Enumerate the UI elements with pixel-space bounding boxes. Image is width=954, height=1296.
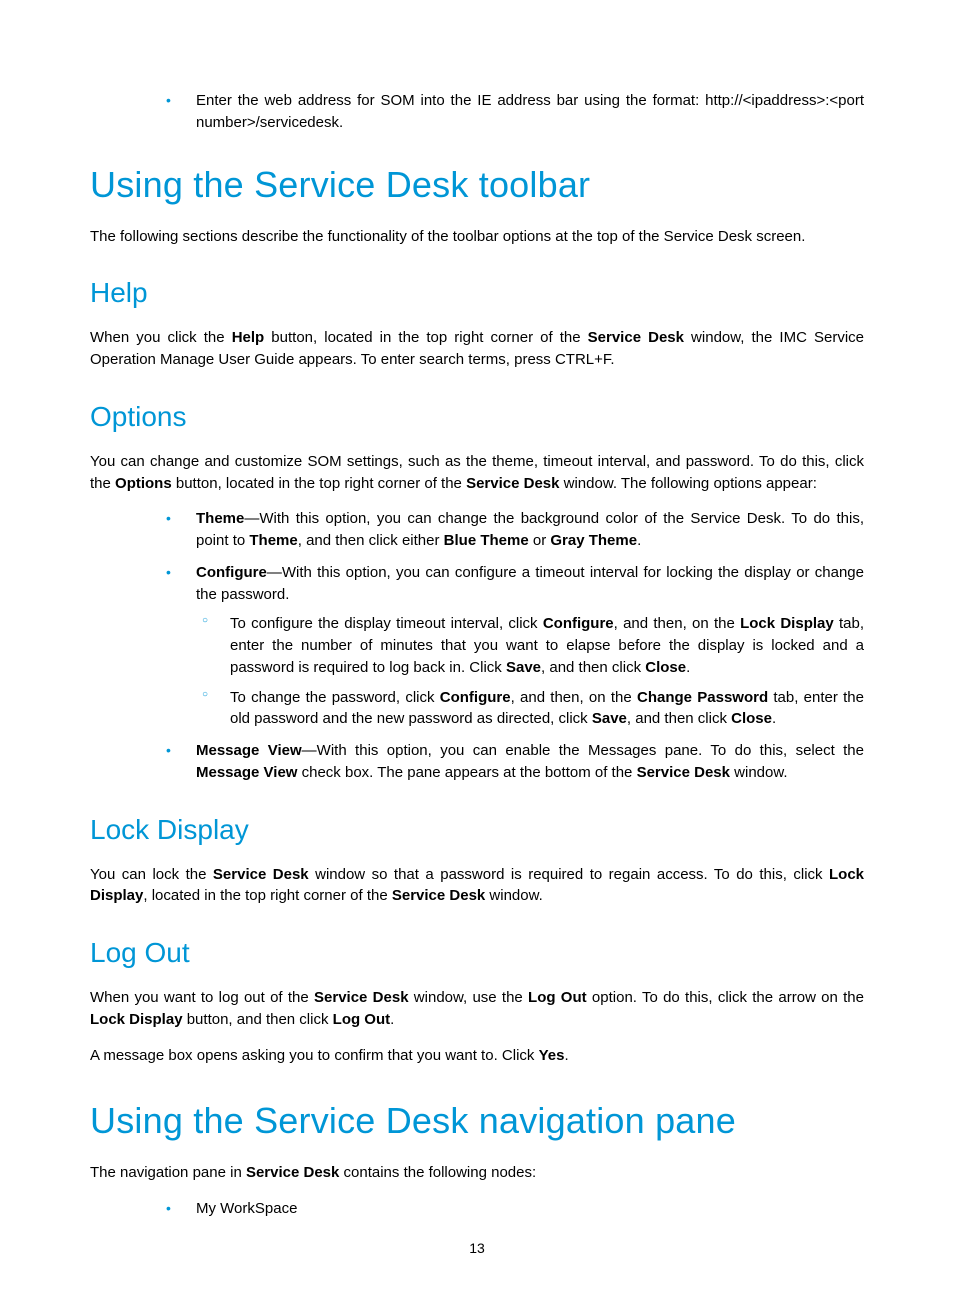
nav-nodes-list: My WorkSpace — [160, 1198, 864, 1220]
options-list: Theme—With this option, you can change t… — [160, 508, 864, 783]
paragraph-help: When you click the Help button, located … — [90, 327, 864, 371]
configure-sublist: To configure the display timeout interva… — [196, 613, 864, 730]
heading-using-toolbar: Using the Service Desk toolbar — [90, 164, 864, 206]
paragraph-nav-intro: The navigation pane in Service Desk cont… — [90, 1162, 864, 1184]
option-message-view: Message View—With this option, you can e… — [160, 740, 864, 784]
paragraph-options-intro: You can change and customize SOM setting… — [90, 451, 864, 495]
configure-sub-lockdisplay: To configure the display timeout interva… — [196, 613, 864, 678]
heading-log-out: Log Out — [90, 937, 864, 969]
heading-help: Help — [90, 277, 864, 309]
paragraph-logout-2: A message box opens asking you to confir… — [90, 1045, 864, 1067]
heading-options: Options — [90, 401, 864, 433]
heading-using-nav-pane: Using the Service Desk navigation pane — [90, 1100, 864, 1142]
heading-lock-display: Lock Display — [90, 814, 864, 846]
intro-bullet-item: Enter the web address for SOM into the I… — [160, 90, 864, 134]
intro-bullet-list: Enter the web address for SOM into the I… — [160, 90, 864, 134]
page-number: 13 — [0, 1240, 954, 1256]
intro-bullet-text: Enter the web address for SOM into the I… — [196, 92, 864, 131]
paragraph-logout-1: When you want to log out of the Service … — [90, 987, 864, 1031]
nav-node-my-workspace: My WorkSpace — [160, 1198, 864, 1220]
paragraph-toolbar-intro: The following sections describe the func… — [90, 226, 864, 248]
option-theme: Theme—With this option, you can change t… — [160, 508, 864, 552]
configure-sub-changepassword: To change the password, click Configure,… — [196, 687, 864, 731]
paragraph-lock: You can lock the Service Desk window so … — [90, 864, 864, 908]
option-configure: Configure—With this option, you can conf… — [160, 562, 864, 730]
